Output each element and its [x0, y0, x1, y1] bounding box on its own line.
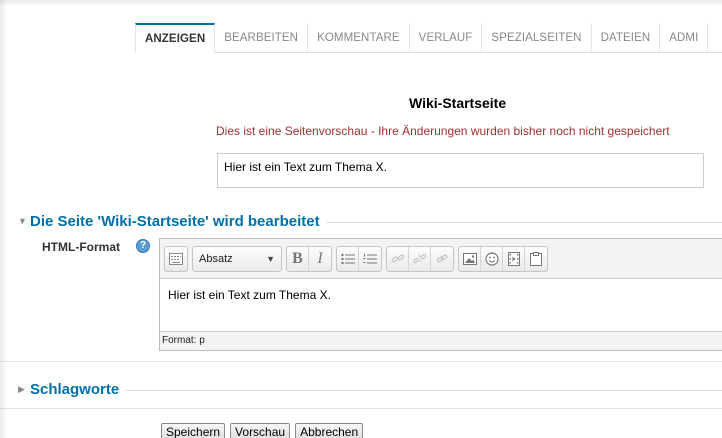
editor-status-bar: Format: p — [160, 331, 722, 350]
italic-icon[interactable]: I — [309, 247, 331, 271]
form-divider — [0, 361, 722, 362]
tab-spezialseiten[interactable]: SPEZIALSEITEN — [482, 23, 592, 53]
tab-anzeigen[interactable]: ANZEIGEN — [135, 23, 216, 53]
anchor-icon[interactable] — [431, 247, 453, 271]
tab-kommentare[interactable]: KOMMENTARE — [308, 23, 410, 53]
edit-section-header[interactable]: ▼ Die Seite 'Wiki-Startseite' wird bearb… — [18, 211, 722, 231]
collapse-arrow-icon[interactable]: ▼ — [18, 216, 30, 226]
preview-content: Hier ist ein Text zum Thema X. — [217, 153, 704, 188]
unlink-icon[interactable] — [409, 246, 431, 271]
editor-toolbar: Absatz ▼ B I — [160, 239, 722, 279]
section-divider — [325, 221, 722, 223]
cancel-button[interactable]: Abbrechen — [295, 423, 364, 438]
chevron-down-icon: ▼ — [266, 253, 275, 264]
media-icon[interactable] — [503, 246, 525, 271]
tab-bar: ANZEIGEN BEARBEITEN KOMMENTARE VERLAUF S… — [135, 23, 722, 53]
edge-shadow — [0, 0, 8, 438]
paste-icon[interactable] — [525, 247, 547, 271]
emoticon-icon[interactable] — [481, 246, 503, 271]
ordered-list-icon[interactable] — [359, 247, 381, 271]
form-buttons: Speichern Vorschau Abbrechen — [161, 423, 364, 438]
save-button[interactable]: Speichern — [161, 423, 226, 438]
toggle-toolbar-icon[interactable] — [165, 247, 187, 271]
editor-text-area[interactable]: Hier ist ein Text zum Thema X. — [160, 279, 722, 331]
tab-administration[interactable]: ADMI — [660, 23, 709, 53]
form-divider — [0, 408, 722, 409]
tab-bearbeiten[interactable]: BEARBEITEN — [215, 23, 309, 53]
preview-notice: Dies ist eine Seitenvorschau - Ihre Ände… — [216, 124, 670, 138]
section-title[interactable]: Die Seite 'Wiki-Startseite' wird bearbei… — [30, 213, 326, 230]
preview-button[interactable]: Vorschau — [230, 423, 291, 438]
bold-icon[interactable]: B — [287, 246, 309, 271]
tags-section-title[interactable]: Schlagworte — [30, 381, 125, 398]
tags-section-header[interactable]: ▶ Schlagworte — [18, 379, 722, 399]
tab-dateien[interactable]: DATEIEN — [592, 23, 661, 53]
unordered-list-icon[interactable] — [337, 246, 359, 271]
html-editor: Absatz ▼ B I Hier ist ein Text zum Thema… — [159, 238, 722, 351]
expand-arrow-icon[interactable]: ▶ — [18, 384, 30, 395]
section-divider — [125, 389, 722, 391]
link-icon[interactable] — [387, 246, 409, 271]
page: ANZEIGEN BEARBEITEN KOMMENTARE VERLAUF S… — [0, 0, 722, 438]
page-title: Wiki-Startseite — [409, 95, 507, 111]
paragraph-format-value: Absatz — [199, 252, 233, 265]
image-icon[interactable] — [459, 246, 481, 271]
question-icon[interactable]: ? — [136, 239, 150, 253]
paragraph-format-select[interactable]: Absatz ▼ — [192, 245, 282, 272]
tab-verlauf[interactable]: VERLAUF — [410, 23, 483, 53]
html-format-label: HTML-Format — [42, 240, 120, 254]
top-shadow — [0, 0, 722, 6]
